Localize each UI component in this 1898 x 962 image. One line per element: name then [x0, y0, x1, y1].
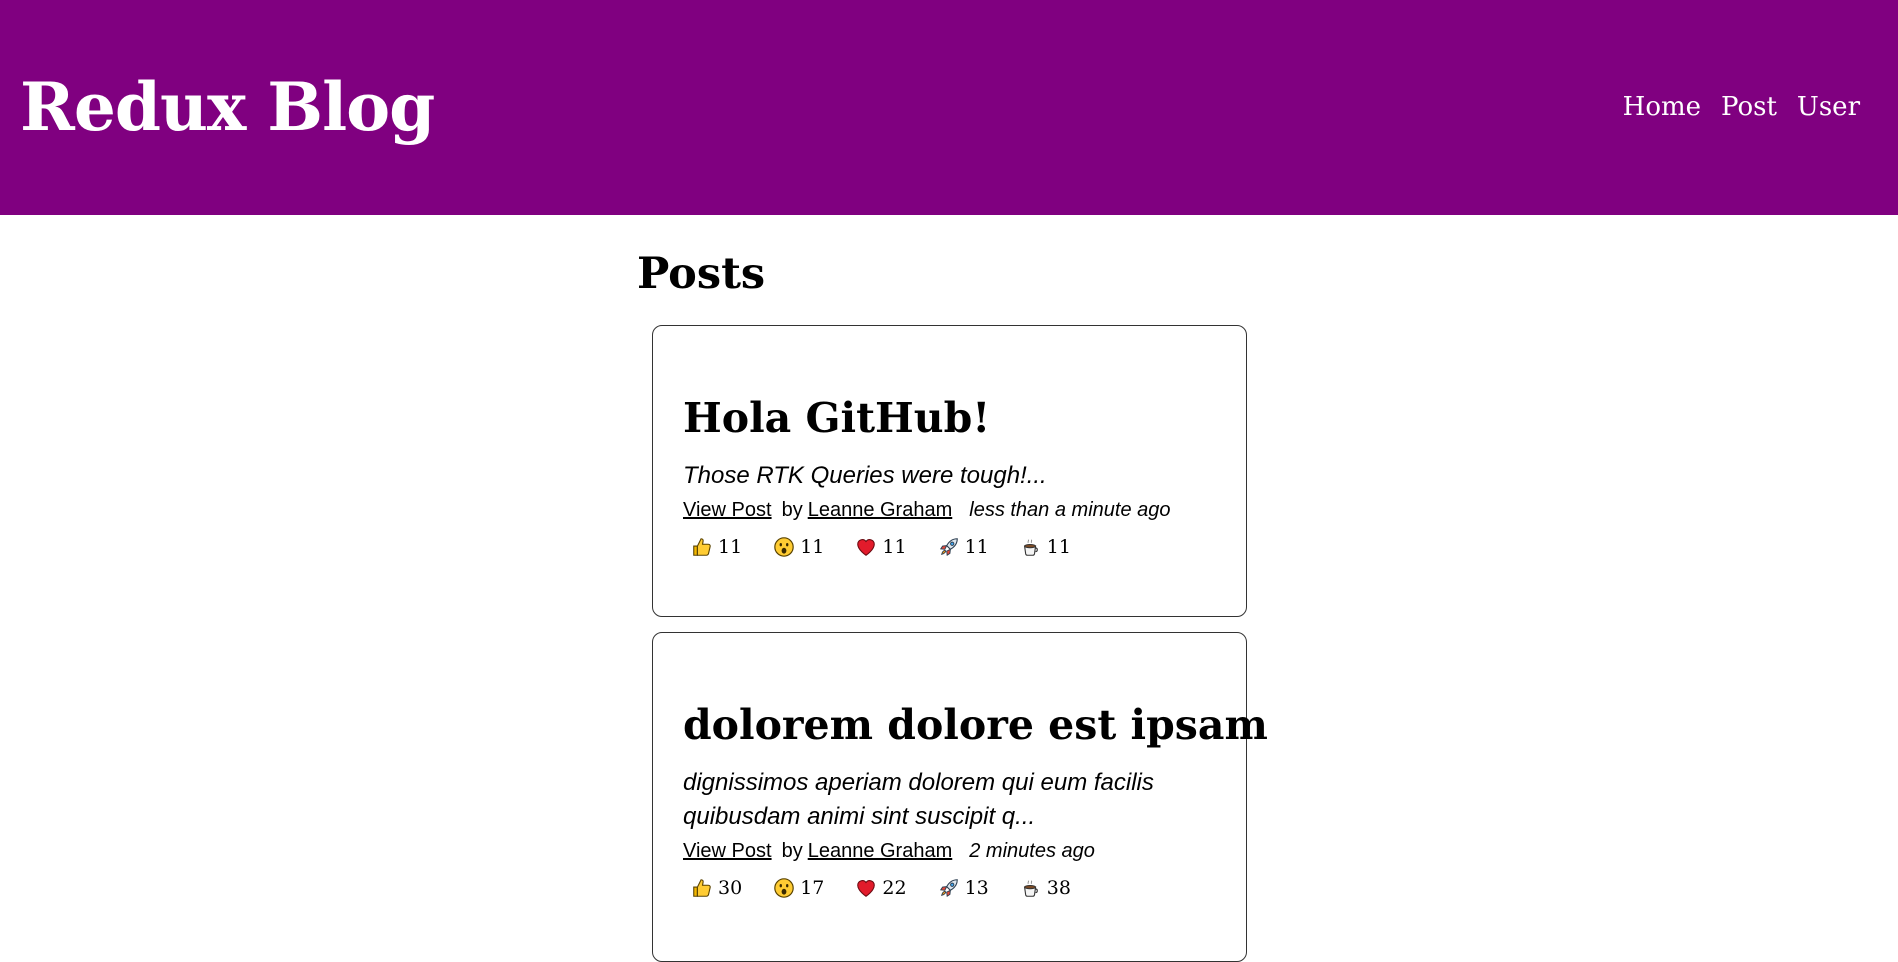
post-excerpt: Those RTK Queries were tough!... [683, 462, 1047, 489]
nav-home-link[interactable]: Home [1623, 92, 1701, 122]
page-title: Posts [637, 249, 766, 299]
reaction-bar: 30 17 22 13 38 [683, 877, 1216, 899]
reaction-count: 17 [800, 877, 825, 899]
coffee-icon [1020, 877, 1042, 899]
wow-face-icon [773, 877, 795, 899]
view-post-link[interactable]: View Post [683, 499, 772, 522]
site-header: Redux Blog Home Post User [0, 0, 1898, 215]
post-excerpt: dignissimos aperiam dolorem qui eum faci… [683, 766, 1216, 834]
by-label: by [781, 499, 803, 521]
excerpt-line: dignissimos aperiam dolorem qui eum faci… [683, 769, 1154, 796]
author-link[interactable]: Leanne Graham [808, 840, 953, 863]
reaction-count: 11 [964, 536, 989, 558]
reaction-count: 11 [800, 536, 825, 558]
coffee-button[interactable]: 38 [1012, 877, 1071, 899]
post-meta: View Post by Leanne Graham 2 minutes ago [683, 840, 1216, 863]
main-content: Posts Hola GitHub! Those RTK Queries wer… [637, 215, 1268, 962]
post-card: Hola GitHub! Those RTK Queries were toug… [652, 325, 1247, 617]
rocket-button[interactable]: 11 [930, 536, 989, 558]
excerpt-line: quibusdam animi sint suscipit q... [683, 803, 1036, 830]
thumbs-up-button[interactable]: 11 [683, 536, 742, 558]
post-timestamp: less than a minute ago [969, 499, 1171, 521]
rocket-icon [938, 536, 960, 558]
reaction-count: 22 [882, 877, 907, 899]
by-label: by [781, 840, 803, 862]
author-link[interactable]: Leanne Graham [808, 499, 953, 522]
heart-icon [855, 536, 877, 558]
post-card: dolorem dolore est ipsam dignissimos ape… [652, 632, 1268, 962]
rocket-icon [938, 877, 960, 899]
post-title: Hola GitHub! [683, 394, 991, 442]
site-title: Redux Blog [20, 67, 435, 146]
reaction-count: 11 [882, 536, 907, 558]
main-nav: Home Post User [1623, 92, 1860, 122]
heart-icon [855, 877, 877, 899]
post-title: dolorem dolore est ipsam [683, 701, 1268, 749]
reaction-count: 38 [1046, 877, 1071, 899]
reaction-bar: 11 11 11 11 11 [683, 536, 1216, 558]
rocket-button[interactable]: 13 [930, 877, 989, 899]
wow-button[interactable]: 17 [765, 877, 824, 899]
wow-button[interactable]: 11 [765, 536, 824, 558]
coffee-button[interactable]: 11 [1012, 536, 1071, 558]
nav-user-link[interactable]: User [1797, 92, 1860, 122]
view-post-link[interactable]: View Post [683, 840, 772, 863]
thumbs-up-icon [691, 536, 713, 558]
post-meta: View Post by Leanne Graham less than a m… [683, 499, 1216, 522]
wow-face-icon [773, 536, 795, 558]
thumbs-up-button[interactable]: 30 [683, 877, 742, 899]
reaction-count: 30 [718, 877, 743, 899]
thumbs-up-icon [691, 877, 713, 899]
nav-post-link[interactable]: Post [1721, 92, 1777, 122]
reaction-count: 11 [1046, 536, 1071, 558]
reaction-count: 11 [718, 536, 743, 558]
heart-button[interactable]: 11 [847, 536, 907, 558]
post-timestamp: 2 minutes ago [969, 840, 1095, 862]
reaction-count: 13 [964, 877, 989, 899]
coffee-icon [1020, 536, 1042, 558]
heart-button[interactable]: 22 [847, 877, 907, 899]
